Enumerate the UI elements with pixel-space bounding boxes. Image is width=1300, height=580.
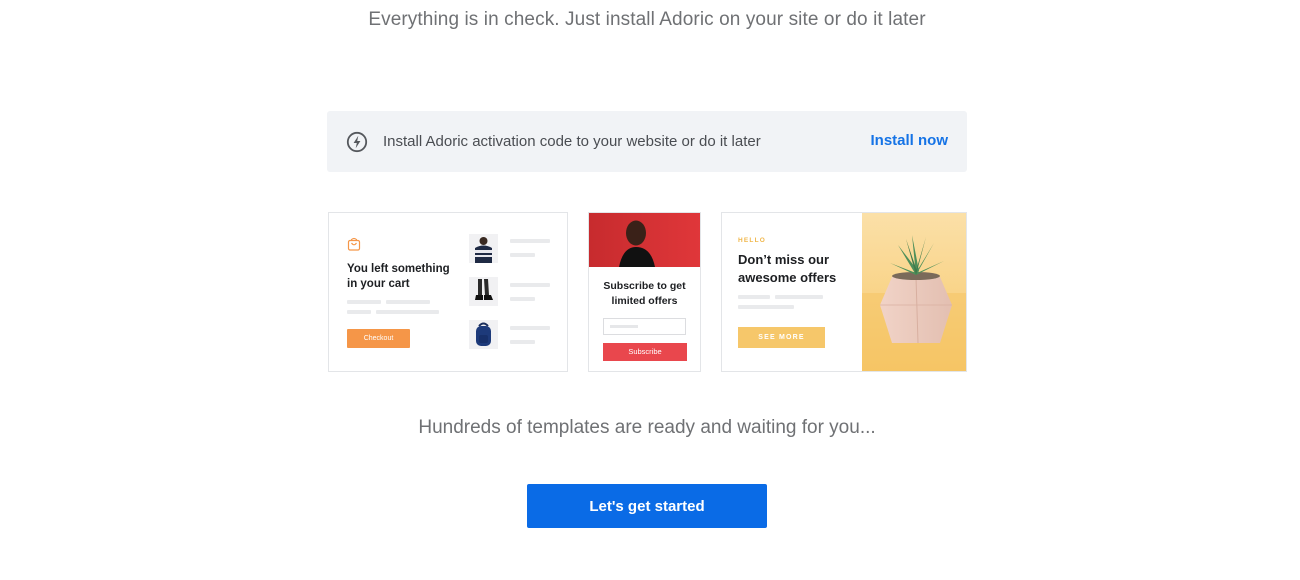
- offer-eyebrow: HELLO: [738, 237, 767, 244]
- shoes-image: [475, 279, 493, 300]
- shirt-image: [475, 237, 492, 263]
- placeholder-line: [610, 325, 638, 328]
- placeholder-line: [775, 295, 823, 299]
- template-card-offers[interactable]: HELLO Don’t miss our awesome offers SEE …: [721, 212, 967, 372]
- templates-subline: Hundreds of templates are ready and wait…: [418, 417, 876, 438]
- install-now-link[interactable]: Install now: [870, 132, 948, 149]
- offer-template-title: Don’t miss our awesome offers: [738, 252, 837, 285]
- backpack-image: [476, 322, 491, 346]
- email-field-preview: [603, 318, 686, 335]
- placeholder-line: [738, 305, 794, 309]
- template-card-cart[interactable]: You left something in your cart Checkout: [328, 212, 568, 372]
- subscribe-template-title: Subscribe to get limited offers: [603, 280, 686, 307]
- placeholder-line: [510, 239, 550, 243]
- placeholder-line: [386, 300, 430, 304]
- placeholder-line: [510, 340, 535, 344]
- placeholder-line: [738, 295, 770, 299]
- product-shirt-thumb: [469, 234, 498, 263]
- page-headline: Everything is in check. Just install Ado…: [368, 9, 926, 30]
- placeholder-line: [510, 283, 550, 287]
- get-started-button[interactable]: Let's get started: [527, 484, 767, 528]
- install-banner-text: Install Adoric activation code to your w…: [383, 133, 761, 150]
- onboarding-page: Everything is in check. Just install Ado…: [0, 0, 1300, 580]
- bolt-icon: [346, 131, 368, 153]
- placeholder-line: [347, 310, 371, 314]
- model-photo: [589, 213, 700, 267]
- checkout-button: Checkout: [347, 329, 410, 348]
- placeholder-line: [510, 297, 535, 301]
- shopping-bag-icon: [347, 237, 361, 251]
- placeholder-line: [510, 253, 535, 257]
- template-card-subscribe[interactable]: Subscribe to get limited offers Subscrib…: [588, 212, 701, 372]
- product-shoes-thumb: [469, 277, 498, 306]
- placeholder-line: [510, 326, 550, 330]
- placeholder-line: [347, 300, 381, 304]
- cart-template-title: You left something in your cart: [347, 263, 450, 290]
- install-code-banner: Install Adoric activation code to your w…: [327, 111, 967, 172]
- placeholder-line: [376, 310, 439, 314]
- see-more-button: SEE MORE: [738, 327, 825, 348]
- product-backpack-thumb: [469, 320, 498, 349]
- succulent-plant-image: [862, 213, 966, 371]
- subscribe-button: Subscribe: [603, 343, 687, 361]
